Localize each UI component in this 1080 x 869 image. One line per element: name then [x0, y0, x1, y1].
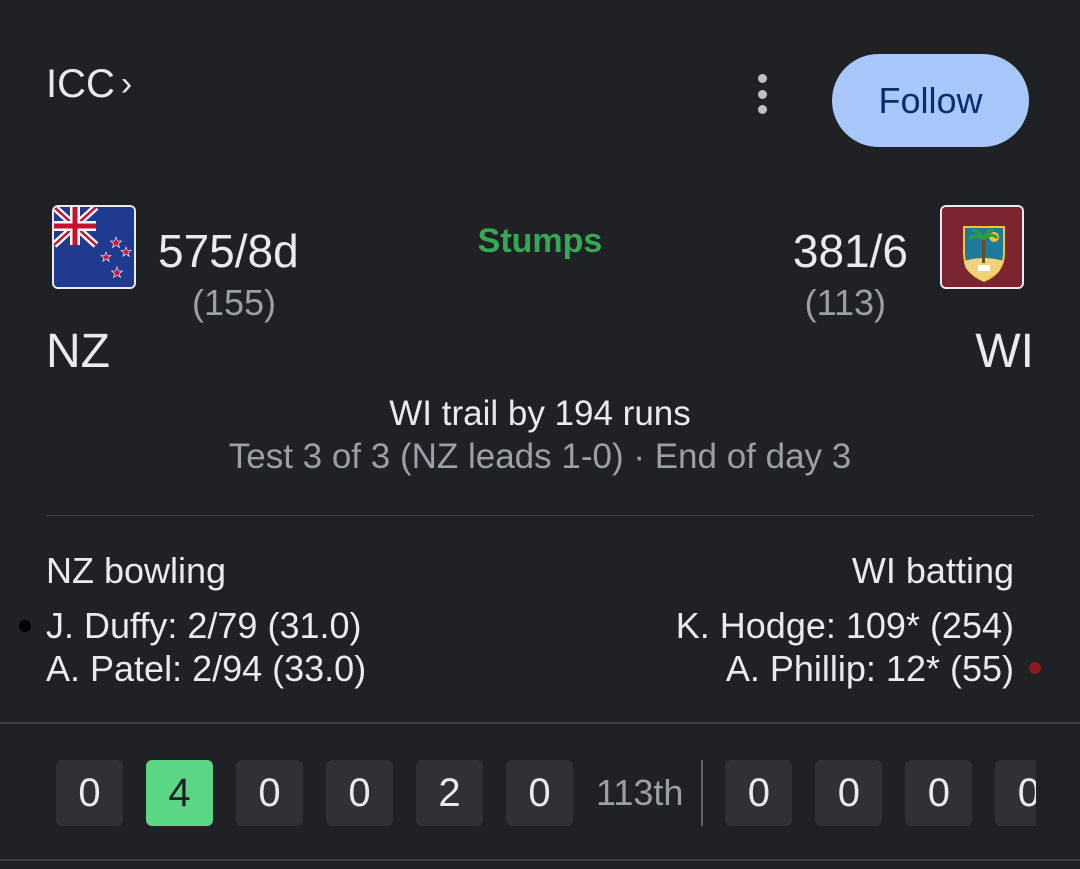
ball-result: 0: [815, 760, 883, 826]
follow-button[interactable]: Follow: [832, 54, 1029, 147]
batter-line: A. Phillip: 12* (55): [725, 648, 1014, 689]
away-overs: (113): [804, 282, 886, 323]
home-team-abbr[interactable]: NZ: [46, 324, 110, 379]
ball-result: 0: [326, 760, 393, 826]
more-options-icon[interactable]: [748, 74, 776, 114]
batter-line: K. Hodge: 109* (254): [675, 605, 1014, 646]
match-summary: WI trail by 194 runs: [389, 394, 691, 433]
batting-title: WI batting: [851, 550, 1014, 591]
new-zealand-flag-icon: [52, 205, 136, 289]
on-strike-batter-dot: [1029, 662, 1041, 674]
bowler-line: J. Duffy: 2/79 (31.0): [46, 605, 362, 646]
current-bowler-dot: [19, 620, 31, 632]
match-status: Stumps: [477, 222, 603, 260]
breadcrumb-label: ICC: [46, 62, 115, 106]
chevron-right-icon: ›: [120, 65, 133, 103]
home-overs: (155): [192, 282, 277, 323]
ball-result: 0: [995, 760, 1036, 826]
ball-result-boundary: 4: [146, 760, 213, 826]
ball-result: 2: [416, 760, 483, 826]
away-score: 381/6: [792, 225, 908, 277]
ball-result: 0: [725, 760, 793, 826]
divider: [0, 722, 1080, 724]
divider: [46, 515, 1034, 516]
bowling-title: NZ bowling: [46, 550, 227, 591]
ball-result: 0: [56, 760, 123, 826]
over-label: 113th: [596, 772, 684, 813]
over-separator: [701, 760, 704, 826]
home-score: 575/8d: [158, 225, 299, 277]
bowler-line: A. Patel: 2/94 (33.0): [46, 648, 367, 689]
away-team-abbr[interactable]: WI: [975, 324, 1034, 379]
divider: [0, 859, 1080, 861]
ball-result: 0: [236, 760, 303, 826]
breadcrumb[interactable]: ICC ›: [46, 62, 132, 107]
over-strip[interactable]: 0 4 0 0 2 0 113th 0 0 0 0: [56, 760, 1036, 826]
series-info: Test 3 of 3 (NZ leads 1-0) · End of day …: [228, 437, 852, 476]
west-indies-crest-icon: [940, 205, 1024, 289]
ball-result: 0: [905, 760, 973, 826]
ball-result: 0: [506, 760, 573, 826]
